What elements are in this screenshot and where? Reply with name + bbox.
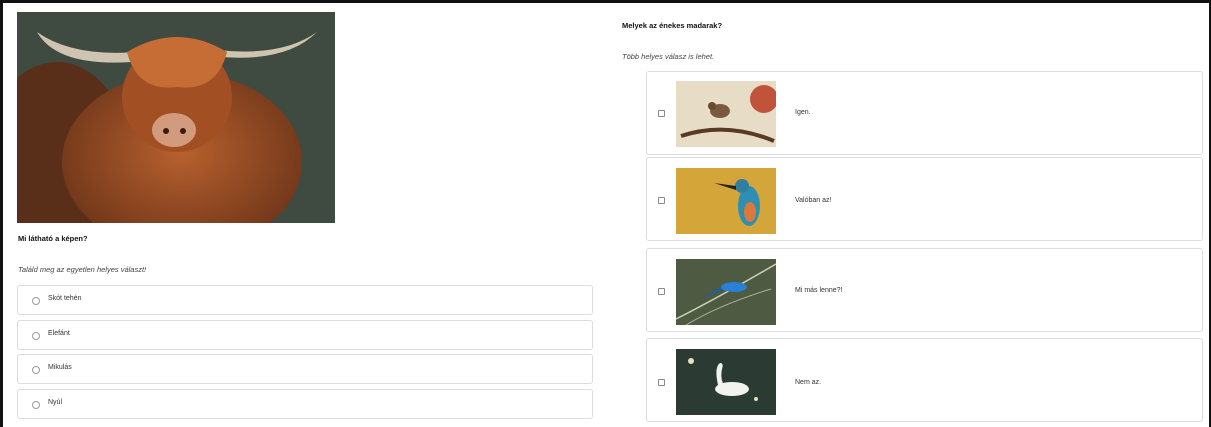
blue-bird-image — [676, 259, 776, 325]
checkbox-icon[interactable] — [658, 197, 665, 204]
highland-cow-image — [17, 12, 335, 223]
answer-label: Mikulás — [48, 364, 72, 371]
checkbox-icon[interactable] — [658, 379, 665, 386]
question-title: Melyek az énekes madarak? — [622, 21, 723, 30]
radio-icon[interactable] — [32, 297, 40, 305]
swan-image — [676, 349, 776, 415]
choice-card[interactable]: Mi más lenne?! — [646, 248, 1203, 332]
radio-icon[interactable] — [32, 366, 40, 374]
checkbox-icon[interactable] — [658, 110, 665, 117]
choice-card[interactable]: Valóban az! — [646, 157, 1203, 241]
checkbox-icon[interactable] — [658, 288, 665, 295]
answer-label: Elefánt — [48, 330, 70, 337]
question-hint: Találd meg az egyetlen helyes választ! — [18, 265, 147, 274]
choice-label: Valóban az! — [795, 197, 832, 204]
radio-icon[interactable] — [32, 332, 40, 340]
question-title: Mi látható a képen? — [18, 234, 88, 243]
answer-label: Skót tehén — [48, 295, 82, 302]
choice-label: Mi más lenne?! — [795, 287, 843, 294]
sparrow-image — [676, 81, 776, 147]
answer-option[interactable]: Mikulás — [17, 354, 593, 384]
choice-label: Nem az. — [795, 379, 822, 386]
radio-icon[interactable] — [32, 401, 40, 409]
choice-card[interactable]: Igen. — [646, 71, 1203, 155]
answer-option[interactable]: Nyúl — [17, 389, 593, 419]
answer-option[interactable]: Elefánt — [17, 320, 593, 350]
question-hint: Több helyes válasz is lehet. — [622, 52, 715, 61]
answer-label: Nyúl — [48, 399, 63, 406]
kingfisher-image — [676, 168, 776, 234]
answer-option[interactable]: Skót tehén — [17, 285, 593, 315]
choice-label: Igen. — [795, 109, 811, 116]
choice-card[interactable]: Nem az. — [646, 338, 1203, 422]
